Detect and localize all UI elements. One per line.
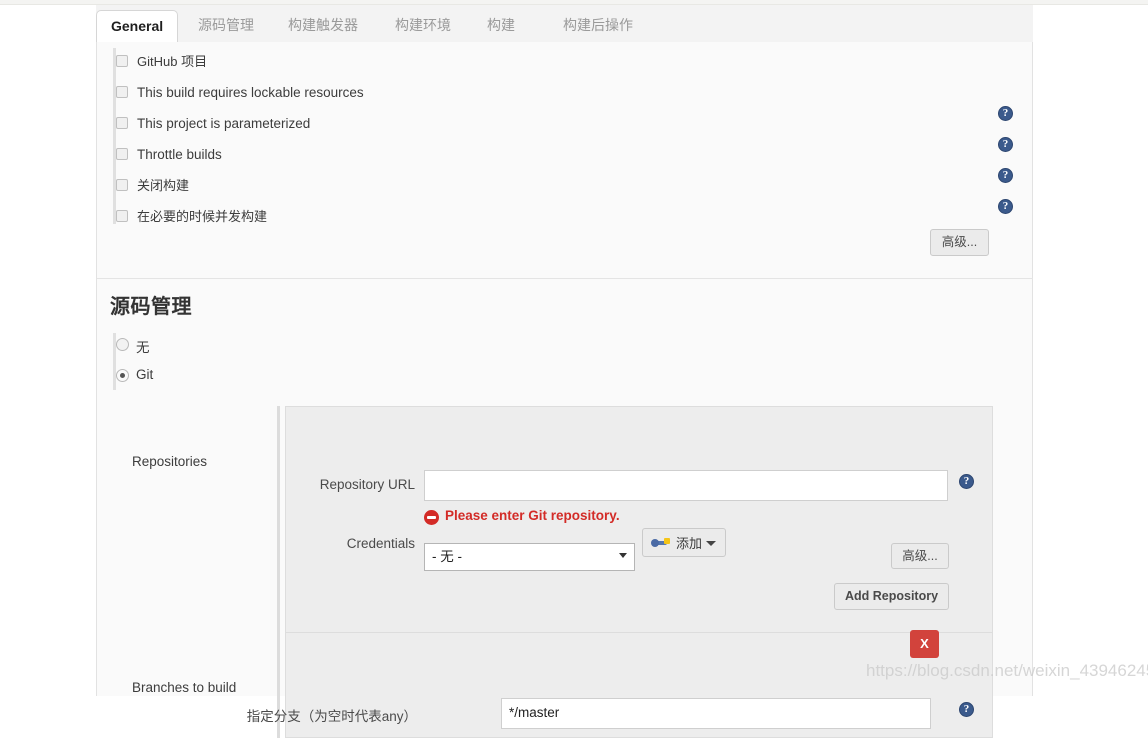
checkbox-row-github-project[interactable]: GitHub 项目 xyxy=(116,48,716,79)
lockable-resources-label: This build requires lockable resources xyxy=(137,85,364,100)
error-message: Please enter Git repository. xyxy=(445,508,620,523)
repository-url-input[interactable] xyxy=(424,470,948,501)
help-icon-disable-build[interactable]: ? xyxy=(998,168,1013,183)
scm-git-radio[interactable] xyxy=(116,369,129,382)
tab-scm[interactable]: 源码管理 xyxy=(184,10,268,42)
key-icon xyxy=(651,538,672,548)
throttle-builds-checkbox[interactable] xyxy=(116,148,128,160)
checkbox-row-lockable-resources[interactable]: This build requires lockable resources xyxy=(116,79,716,110)
chevron-down-icon xyxy=(619,553,627,558)
jenkins-job-config-page: General 源码管理 构建触发器 构建环境 构建 构建后操作 GitHub … xyxy=(0,0,1148,738)
remove-repository-button[interactable]: X xyxy=(910,630,939,658)
tab-build-environment[interactable]: 构建环境 xyxy=(381,10,465,42)
parameterized-label: This project is parameterized xyxy=(137,116,311,131)
scm-none-radio[interactable] xyxy=(116,338,129,351)
help-icon-throttle-builds[interactable]: ? xyxy=(998,137,1013,152)
help-icon-parameterized[interactable]: ? xyxy=(998,106,1013,121)
help-icon-repository-url[interactable]: ? xyxy=(959,474,974,489)
concurrent-build-label: 在必要的时候并发构建 xyxy=(137,209,268,224)
chevron-down-icon-add xyxy=(706,541,716,546)
scm-section-heading: 源码管理 xyxy=(110,296,192,318)
lockable-resources-checkbox[interactable] xyxy=(116,86,128,98)
github-project-label: GitHub 项目 xyxy=(137,54,208,69)
config-content-panel: GitHub 项目 This build requires lockable r… xyxy=(96,42,1033,738)
checkbox-row-parameterized[interactable]: This project is parameterized xyxy=(116,110,716,141)
repositories-panel xyxy=(285,406,993,658)
tab-general[interactable]: General xyxy=(96,10,179,43)
add-credentials-label: 添加 xyxy=(676,536,703,551)
parameterized-checkbox[interactable] xyxy=(116,117,128,129)
credentials-select[interactable]: - 无 - xyxy=(424,543,635,571)
scm-none-label: 无 xyxy=(136,340,150,355)
repositories-section-label: Repositories xyxy=(132,454,208,469)
credentials-selected-value: - 无 - xyxy=(432,549,462,564)
github-project-checkbox[interactable] xyxy=(116,55,128,67)
repositories-advanced-button[interactable]: 高级... xyxy=(891,543,949,569)
add-repository-button[interactable]: Add Repository xyxy=(834,583,949,610)
section-divider xyxy=(97,278,1033,279)
throttle-builds-label: Throttle builds xyxy=(137,147,222,162)
repository-url-label: Repository URL xyxy=(319,477,415,492)
add-credentials-button[interactable]: 添加 xyxy=(642,528,726,557)
checkbox-row-disable-build[interactable]: 关闭构建 xyxy=(116,172,716,203)
credentials-label: Credentials xyxy=(346,536,415,551)
help-icon-branch[interactable]: ? xyxy=(959,702,974,717)
tab-build[interactable]: 构建 xyxy=(473,10,529,42)
general-advanced-button[interactable]: 高级... xyxy=(930,229,989,256)
disable-build-checkbox[interactable] xyxy=(116,179,128,191)
scm-git-label: Git xyxy=(136,367,154,382)
checkbox-row-concurrent-build[interactable]: 在必要的时候并发构建 xyxy=(116,203,716,234)
tab-post-build-actions[interactable]: 构建后操作 xyxy=(549,10,647,42)
branch-specifier-input[interactable]: */master xyxy=(501,698,931,729)
branches-section-label: Branches to build xyxy=(132,680,237,695)
help-icon-concurrent-build[interactable]: ? xyxy=(998,199,1013,214)
watermark: https://blog.csdn.net/weixin_43946245 xyxy=(866,661,1148,680)
error-icon xyxy=(424,510,439,525)
branch-specifier-label: 指定分支（为空时代表any） xyxy=(246,709,417,724)
checkbox-row-throttle-builds[interactable]: Throttle builds xyxy=(116,141,716,172)
repositories-vertical-bar xyxy=(277,406,280,658)
config-tab-bar: General 源码管理 构建触发器 构建环境 构建 构建后操作 xyxy=(96,5,1033,43)
disable-build-label: 关闭构建 xyxy=(137,178,190,193)
concurrent-build-checkbox[interactable] xyxy=(116,210,128,222)
tab-build-triggers[interactable]: 构建触发器 xyxy=(274,10,372,42)
